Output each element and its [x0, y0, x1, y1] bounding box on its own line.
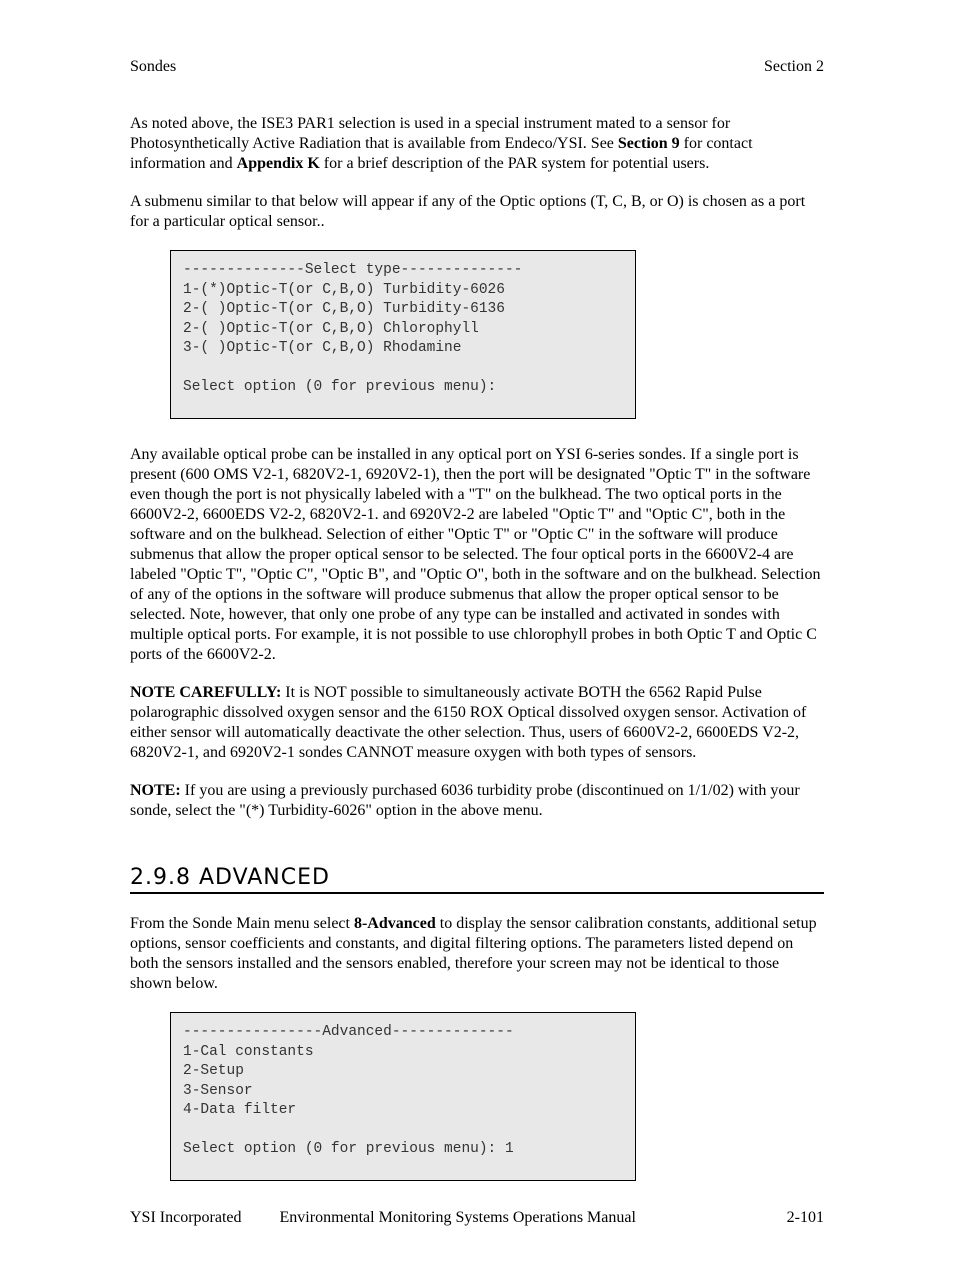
- note-label: NOTE:: [130, 782, 181, 799]
- running-head-left: Sondes: [130, 58, 176, 76]
- text: From the Sonde Main menu select: [130, 915, 354, 932]
- terminal-line: 2-Setup: [183, 1063, 244, 1079]
- footer-page-number: 2-101: [787, 1209, 824, 1227]
- section-heading-advanced: 2.9.8 ADVANCED: [130, 865, 824, 890]
- running-head-right: Section 2: [764, 58, 824, 76]
- bold-8-advanced: 8-Advanced: [354, 915, 436, 932]
- bold-section-9: Section 9: [618, 135, 680, 152]
- note-carefully-label: NOTE CAREFULLY:: [130, 684, 281, 701]
- paragraph-1: As noted above, the ISE3 PAR1 selection …: [130, 114, 824, 174]
- terminal-prompt: Select option (0 for previous menu):: [183, 379, 496, 395]
- terminal-select-type: --------------Select type-------------- …: [170, 250, 636, 419]
- text: for a brief description of the PAR syste…: [320, 155, 710, 172]
- terminal-line: 2-( )Optic-T(or C,B,O) Turbidity-6136: [183, 301, 505, 317]
- page: Sondes Section 2 As noted above, the ISE…: [0, 0, 954, 1267]
- bold-appendix-k: Appendix K: [237, 155, 320, 172]
- paragraph-3: Any available optical probe can be insta…: [130, 445, 824, 665]
- footer-title: Environmental Monitoring Systems Operati…: [280, 1209, 636, 1227]
- terminal-title: --------------Select type--------------: [183, 262, 522, 278]
- terminal-advanced: ----------------Advanced-------------- 1…: [170, 1012, 636, 1181]
- paragraph-2: A submenu similar to that below will app…: [130, 192, 824, 232]
- running-head: Sondes Section 2: [130, 58, 824, 76]
- terminal-line: 3-Sensor: [183, 1083, 253, 1099]
- page-footer: YSI Incorporated Environmental Monitorin…: [130, 1209, 824, 1227]
- terminal-title: ----------------Advanced--------------: [183, 1024, 514, 1040]
- terminal-line: 1-Cal constants: [183, 1044, 314, 1060]
- terminal-line: 2-( )Optic-T(or C,B,O) Chlorophyll: [183, 321, 479, 337]
- terminal-line: 3-( )Optic-T(or C,B,O) Rhodamine: [183, 340, 461, 356]
- paragraph-4: NOTE CAREFULLY: It is NOT possible to si…: [130, 683, 824, 763]
- terminal-prompt: Select option (0 for previous menu): 1: [183, 1141, 514, 1157]
- text: If you are using a previously purchased …: [130, 782, 800, 819]
- paragraph-5: NOTE: If you are using a previously purc…: [130, 781, 824, 821]
- terminal-line: 4-Data filter: [183, 1102, 296, 1118]
- paragraph-6: From the Sonde Main menu select 8-Advanc…: [130, 914, 824, 994]
- footer-company: YSI Incorporated: [130, 1209, 242, 1227]
- terminal-line: 1-(*)Optic-T(or C,B,O) Turbidity-6026: [183, 282, 505, 298]
- section-rule: [130, 892, 824, 894]
